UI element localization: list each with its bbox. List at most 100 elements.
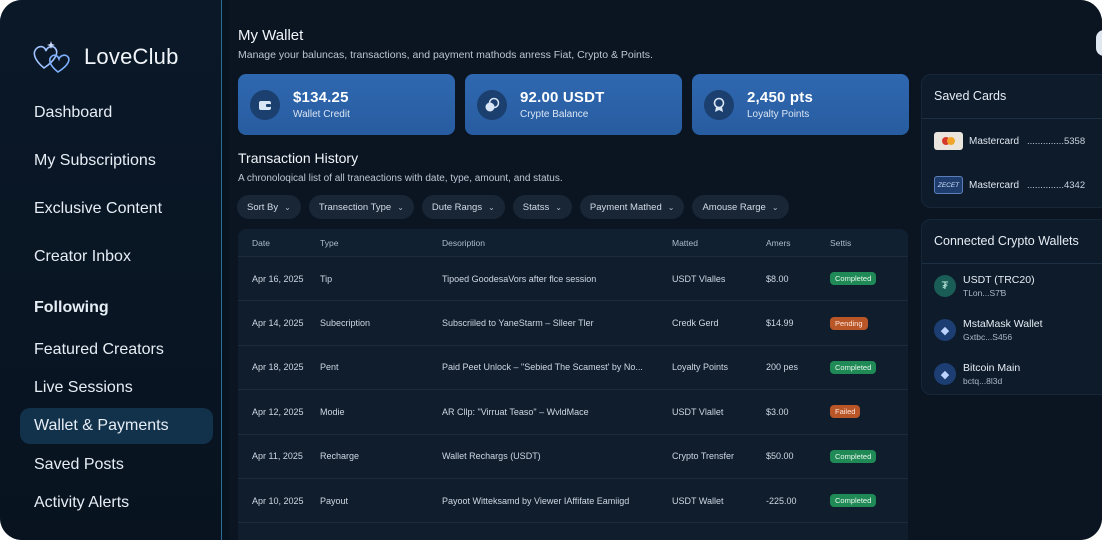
card-logo-icon: ZECET [934, 176, 963, 194]
table-row[interactable]: Apr 11, 2025 Recharge Wallet Rechargs (U… [238, 433, 908, 478]
status-badge: Completed [830, 494, 877, 508]
table-row[interactable] [238, 522, 908, 540]
wallet-name: Bitcoin Main [963, 362, 1021, 374]
stat-card-wallet-credit[interactable]: $134.25 Wallet Credit [238, 74, 455, 135]
cell-amount: -225.00 [766, 495, 797, 506]
sidebar-item-exclusive-content[interactable]: Exclusive Content [20, 191, 213, 227]
filter-date-range[interactable]: Dute Rangs ⌄ [421, 195, 505, 219]
section-subtitle: A chronoloqical list of all traneactions… [238, 173, 563, 184]
column-header-method[interactable]: Matted [672, 238, 766, 248]
filter-label: Statss [522, 201, 550, 213]
crypto-wallet-item[interactable]: ₮ USDT (TRC20) TLon...S7Ɓ [922, 264, 1102, 308]
cell-date: Apr 10, 2025 [252, 495, 304, 506]
status-badge: Failed [830, 405, 861, 419]
section-title: Transaction History [238, 150, 359, 166]
filter-amount-range[interactable]: Amouse Rarge ⌄ [692, 195, 789, 219]
panel-title: Connected Crypto Wallets [922, 220, 1102, 264]
filter-bar: Sort By ⌄ Transection Type ⌄ Dute Rangs ⌄ S… [237, 195, 789, 219]
cell-type: Tip [320, 273, 333, 284]
sidebar-item-dashboard[interactable]: Dashboard [20, 95, 213, 131]
hearts-logo-icon [33, 41, 70, 73]
wallet-icon [250, 89, 280, 120]
table-header: Date Type Desoription Matted Amers Setti… [238, 229, 908, 256]
filter-transaction-type[interactable]: Transection Type ⌄ [308, 195, 414, 219]
app-name: LoveClub [84, 44, 179, 69]
sidebar-item-my-subscriptions[interactable]: My Subscriptions [20, 143, 213, 179]
crypto-wallet-item[interactable]: ◆ Bitcoin Main bctq...8l3d [922, 352, 1102, 396]
sidebar-section-label: Following [34, 299, 109, 316]
sidebar-item-creator-inbox[interactable]: Creator Inbox [20, 239, 213, 275]
column-header-type[interactable]: Type [320, 238, 442, 248]
chevron-down-icon: ⌄ [667, 202, 675, 212]
stat-value: 92.00 USDT [520, 89, 605, 106]
cell-description: Paid Peet Unlock – "Sebied The Scamest' … [442, 362, 643, 373]
sidebar-item-label: Wallet & Payments [34, 417, 169, 434]
column-header-date[interactable]: Date [238, 238, 320, 248]
cell-type: Payout [320, 495, 349, 506]
saved-card-item[interactable]: Mastercard ..............5358 [922, 119, 1102, 163]
saved-card-item[interactable]: ZECET Mastercard ..............4342 [922, 163, 1102, 207]
sidebar-item-saved-posts[interactable]: Saved Posts [20, 447, 213, 483]
card-number: ..............5358 [1027, 135, 1086, 147]
sidebar-item-label: Exclusive Content [34, 200, 163, 217]
crypto-coin-icon [477, 89, 507, 120]
column-header-amount[interactable]: Amers [766, 238, 830, 248]
cell-date: Apr 12, 2025 [252, 406, 304, 417]
mastercard-logo-icon [934, 132, 963, 150]
cell-description: Payoot Witteksamd by Viewer IAffifate Ea… [442, 495, 630, 506]
collapse-handle[interactable] [1096, 30, 1102, 56]
ethereum-icon: ◆ [934, 319, 956, 341]
stat-label: Crypte Balance [520, 109, 589, 120]
filter-sort-by[interactable]: Sort By ⌄ [237, 195, 301, 219]
card-number: ..............4342 [1027, 179, 1086, 191]
sidebar-item-activity-alerts[interactable]: Activity Alerts [20, 485, 213, 521]
filter-status[interactable]: Statss ⌄ [512, 195, 572, 219]
column-header-description[interactable]: Desoription [442, 238, 672, 248]
cell-method: Credk Gerd [672, 318, 719, 329]
sidebar-item-label: Activity Alerts [34, 494, 130, 511]
cell-amount: $3.00 [766, 406, 789, 417]
cell-method: Loyalty Points [672, 362, 729, 373]
status-badge: Pending [830, 316, 868, 330]
brand[interactable]: LoveClub [30, 38, 179, 76]
stat-card-crypto-balance[interactable]: 92.00 USDT Crypte Balance [465, 74, 682, 135]
cell-description: Tipoed GoodesaVors after flce session [442, 273, 597, 284]
chevron-down-icon: ⌄ [555, 202, 562, 212]
status-badge: Completed [830, 449, 877, 463]
wallet-address: TLon...S7Ɓ [963, 288, 1007, 298]
table-row[interactable]: Apr 16, 2025 Tip Tipoed GoodesaVors afte… [238, 256, 908, 300]
cell-type: Recharge [320, 451, 360, 462]
saved-cards-panel: Saved Cards Mastercard ..............535… [921, 74, 1102, 208]
wallet-name: USDT (TRC20) [963, 274, 1035, 286]
status-badge: Completed [830, 272, 877, 286]
table-row[interactable]: Apr 12, 2025 Modie AR Cllp: "Virruat Tea… [238, 389, 908, 433]
stat-value: $134.25 [293, 89, 349, 106]
crypto-wallet-item[interactable]: ◆ MstaMask Wallet Gxtbc...S456 [922, 308, 1102, 352]
sidebar-item-label: Featured Creators [34, 341, 164, 358]
filter-label: Amouse Rarge [702, 201, 766, 213]
cell-amount: $50.00 [766, 451, 794, 462]
sidebar-item-featured-creators[interactable]: Featured Creators [20, 332, 213, 368]
sidebar-section-following: Following [20, 290, 213, 326]
medal-icon [704, 89, 734, 120]
page-title: My Wallet [238, 27, 304, 44]
table-row[interactable]: Apr 14, 2025 Subecription Subscriiled to… [238, 300, 908, 344]
sidebar-item-wallet-payments[interactable]: Wallet & Payments [20, 408, 213, 444]
cell-type: Subecription [320, 318, 371, 329]
sidebar: LoveClub Dashboard My Subscriptions Excl… [0, 0, 222, 540]
stat-label: Wallet Credit [293, 109, 350, 120]
sidebar-item-label: Creator Inbox [34, 248, 131, 265]
filter-label: Payment Mathed [589, 201, 662, 213]
panel-title: Saved Cards [922, 75, 1102, 119]
stat-card-loyalty-points[interactable]: 2,450 pts Loyalty Points [692, 74, 909, 135]
status-badge: Completed [830, 360, 877, 374]
column-header-status[interactable]: Settis [830, 238, 908, 248]
card-brand: Mastercard [969, 135, 1020, 147]
table-row[interactable]: Apr 18, 2025 Pent Paid Peet Unlock – "Se… [238, 344, 908, 389]
app-frame: LoveClub Dashboard My Subscriptions Excl… [0, 0, 1102, 540]
cell-type: Pent [320, 362, 339, 373]
table-row[interactable]: Apr 10, 2025 Payout Payoot Witteksamd by… [238, 477, 908, 522]
sidebar-item-label: My Subscriptions [34, 152, 156, 169]
sidebar-item-live-sessions[interactable]: Live Sessions [20, 370, 213, 406]
filter-payment-method[interactable]: Payment Mathed ⌄ [579, 195, 685, 219]
